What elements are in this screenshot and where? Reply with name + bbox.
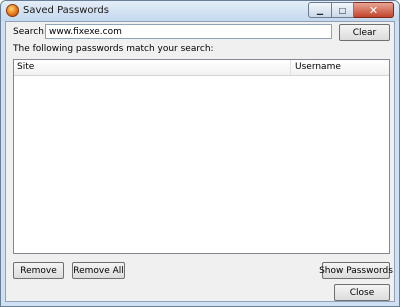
dialog-body: Search: Clear The following passwords ma… <box>5 21 395 302</box>
show-passwords-button[interactable]: Show Passwords <box>319 262 393 279</box>
maximize-icon: □ <box>338 5 347 15</box>
saved-passwords-window: Saved Passwords ▁ □ ✕ Search: Clear The … <box>0 0 400 307</box>
column-header-site[interactable]: Site <box>14 60 291 75</box>
search-input[interactable] <box>45 24 332 39</box>
passwords-list[interactable]: Site Username <box>13 59 390 254</box>
remove-all-button[interactable]: Remove All <box>72 262 125 279</box>
window-title: Saved Passwords <box>23 5 109 16</box>
remove-button[interactable]: Remove <box>13 262 64 279</box>
minimize-button[interactable]: ▁ <box>308 2 332 18</box>
column-header-username[interactable]: Username <box>291 60 389 75</box>
results-description: The following passwords match your searc… <box>13 44 214 54</box>
title-bar[interactable]: Saved Passwords ▁ □ ✕ <box>1 1 399 21</box>
window-controls: ▁ □ ✕ <box>308 2 394 18</box>
close-button[interactable]: Close <box>334 284 390 301</box>
maximize-button[interactable]: □ <box>332 2 354 18</box>
search-label: Search: <box>13 27 47 37</box>
firefox-app-icon <box>6 4 19 17</box>
close-icon: ✕ <box>368 3 379 17</box>
close-window-button[interactable]: ✕ <box>354 2 394 18</box>
list-header: Site Username <box>14 60 389 76</box>
minimize-icon: ▁ <box>316 5 324 15</box>
clear-button[interactable]: Clear <box>339 24 390 41</box>
